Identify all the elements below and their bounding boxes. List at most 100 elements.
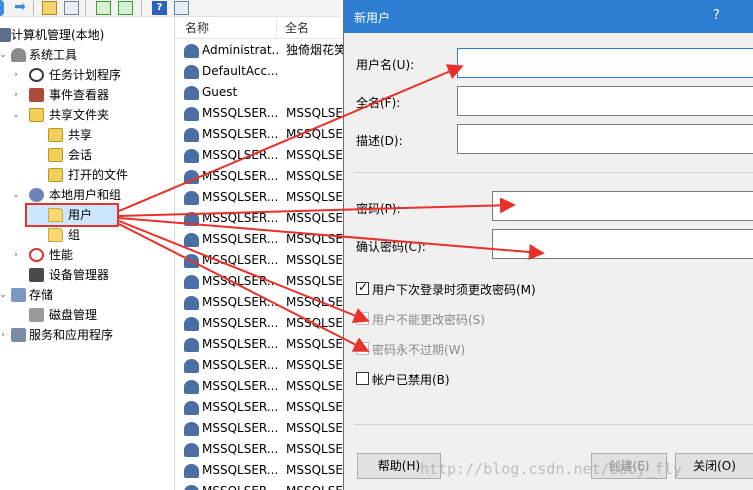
user-icon: [184, 317, 199, 331]
toolbar-separator: [85, 1, 86, 15]
row-fullname: 独倚烟花笑: [286, 43, 343, 57]
user-icon: [184, 86, 199, 100]
chevron-down-icon[interactable]: ⌄: [0, 285, 8, 305]
user-icon: [184, 212, 199, 226]
help-question-icon[interactable]: ?: [713, 8, 720, 23]
row-name: MSSQLSER...: [202, 232, 279, 246]
watermark: http://blog.csdn.net/baby_fly: [420, 460, 682, 478]
table-row[interactable]: MSSQLSER... MSSQLSE: [175, 187, 343, 208]
table-row[interactable]: MSSQLSER... MSSQLSE: [175, 145, 343, 166]
user-icon: [184, 485, 199, 490]
row-name: DefaultAcc...: [202, 64, 279, 78]
must-change-password-checkbox[interactable]: [356, 280, 369, 295]
table-row[interactable]: MSSQLSER... MSSQLSE: [175, 208, 343, 229]
toolbar-separator: [141, 1, 142, 15]
dialog-titlebar[interactable]: 新用户 ?: [344, 0, 753, 33]
row-fullname: MSSQLSE: [286, 379, 343, 393]
chevron-down-icon[interactable]: ⌄: [11, 185, 21, 205]
table-row[interactable]: MSSQLSER... MSSQLSE: [175, 229, 343, 250]
table-row[interactable]: MSSQLSER... MSSQLSE: [175, 271, 343, 292]
row-name: MSSQLSER...: [202, 379, 279, 393]
row-name: MSSQLSER...: [202, 211, 279, 225]
row-name: MSSQLSER...: [202, 106, 279, 120]
chevron-right-icon[interactable]: ›: [0, 325, 8, 345]
row-name: MSSQLSER...: [202, 442, 279, 456]
table-row[interactable]: MSSQLSER... MSSQLSE: [175, 292, 343, 313]
services-icon: [11, 328, 26, 342]
row-fullname: MSSQLSE: [286, 421, 343, 435]
password-never-expires-label: 密码永不过期(W): [372, 343, 466, 357]
computer-icon: [0, 28, 11, 42]
username-input[interactable]: [457, 48, 753, 78]
row-name: MSSQLSER...: [202, 127, 279, 141]
password-input[interactable]: [492, 191, 753, 221]
table-row[interactable]: MSSQLSER... MSSQLSE: [175, 250, 343, 271]
user-icon: [184, 338, 199, 352]
export-list-icon[interactable]: [118, 1, 133, 15]
table-row[interactable]: MSSQLSER... MSSQLSE: [175, 334, 343, 355]
user-icon: [184, 233, 199, 247]
table-row[interactable]: MSSQLSER... MSSQLSE: [175, 460, 343, 481]
table-row[interactable]: MSSQLSER... MSSQLSE: [175, 355, 343, 376]
description-input[interactable]: [457, 124, 753, 154]
table-row[interactable]: MSSQLSER... MSSQLSE: [175, 313, 343, 334]
table-row[interactable]: MSSQLSER... MSSQLSE: [175, 397, 343, 418]
table-row[interactable]: MSSQLSER... MSSQLSE: [175, 103, 343, 124]
up-folder-icon[interactable]: [42, 1, 57, 15]
chevron-down-icon[interactable]: ⌄: [0, 45, 8, 65]
user-icon: [184, 401, 199, 415]
row-name: MSSQLSER...: [202, 337, 279, 351]
clock-icon: [29, 68, 44, 82]
refresh-icon[interactable]: [96, 1, 111, 15]
row-name: MSSQLSER...: [202, 274, 279, 288]
user-icon: [184, 275, 199, 289]
chevron-right-icon[interactable]: ›: [11, 245, 21, 265]
chevron-right-icon[interactable]: ›: [11, 65, 21, 85]
row-name: Administrat...: [202, 43, 279, 57]
storage-icon: [11, 288, 26, 302]
table-row[interactable]: MSSQLSER... MSSQLSE: [175, 376, 343, 397]
help-icon[interactable]: ?: [152, 1, 167, 15]
table-row[interactable]: Guest: [175, 82, 343, 103]
confirm-password-label: 确认密码(C):: [356, 240, 426, 254]
fullname-label: 全名(F):: [356, 96, 401, 110]
dialog-divider: [354, 172, 753, 173]
column-header-fullname[interactable]: 全名: [277, 17, 343, 39]
back-arrow-icon[interactable]: [0, 0, 4, 16]
row-fullname: MSSQLSE: [286, 232, 343, 246]
column-header-name[interactable]: 名称: [175, 17, 277, 39]
event-viewer-icon: [29, 88, 44, 102]
dialog-divider: [354, 424, 753, 425]
cannot-change-password-checkbox[interactable]: [356, 312, 369, 325]
fullname-input[interactable]: [457, 86, 753, 116]
chevron-down-icon[interactable]: ⌄: [11, 105, 21, 125]
properties-pane-icon[interactable]: [174, 1, 189, 15]
chevron-right-icon[interactable]: ›: [11, 85, 21, 105]
user-icon: [184, 464, 199, 478]
row-name: MSSQLSER...: [202, 316, 279, 330]
table-row[interactable]: DefaultAcc...: [175, 61, 343, 82]
user-icon: [184, 191, 199, 205]
table-row[interactable]: MSSQLSER... MSSQLSE: [175, 124, 343, 145]
device-manager-icon: [29, 268, 44, 282]
table-row[interactable]: MSSQLSER... MSSQLSE: [175, 481, 343, 490]
account-disabled-label: 帐户已禁用(B): [372, 373, 450, 387]
password-never-expires-checkbox[interactable]: [356, 342, 369, 355]
row-fullname: MSSQLSE: [286, 169, 343, 183]
table-row[interactable]: MSSQLSER... MSSQLSE: [175, 418, 343, 439]
table-row[interactable]: Administrat... 独倚烟花笑: [175, 40, 343, 61]
forward-arrow-icon[interactable]: ➡: [12, 0, 28, 16]
row-name: Guest: [202, 85, 238, 99]
user-icon: [184, 380, 199, 394]
user-icon: [184, 44, 199, 58]
confirm-password-input[interactable]: [492, 229, 753, 259]
account-disabled-checkbox[interactable]: [356, 372, 369, 385]
table-row[interactable]: MSSQLSER... MSSQLSE: [175, 439, 343, 460]
row-fullname: MSSQLSE: [286, 463, 343, 477]
row-name: MSSQLSER...: [202, 481, 279, 490]
toolbar: ➡ ?: [0, 0, 340, 17]
show-hide-tree-icon[interactable]: [64, 1, 79, 15]
user-icon: [184, 128, 199, 142]
close-button[interactable]: 关闭(O): [675, 453, 753, 479]
table-row[interactable]: MSSQLSER... MSSQLSE: [175, 166, 343, 187]
